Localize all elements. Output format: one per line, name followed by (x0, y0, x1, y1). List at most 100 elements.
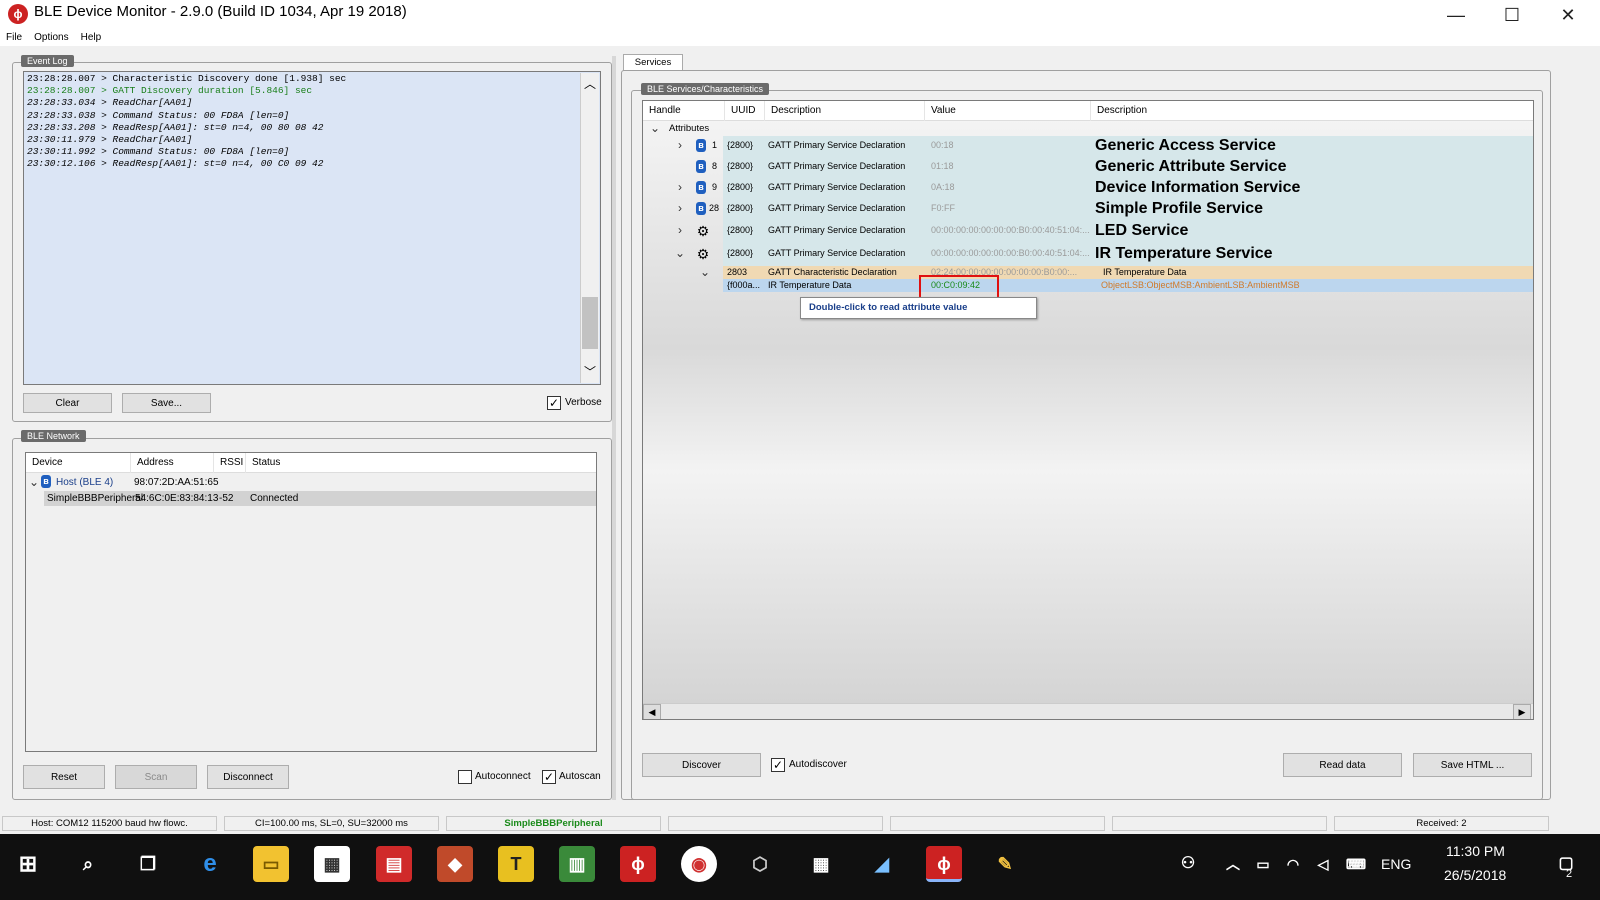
autodiscover-checkbox[interactable]: ✓ (771, 758, 785, 772)
char-data-row[interactable]: {f000a... IR Temperature Data 00:C0:09:4… (643, 279, 1533, 292)
clear-button[interactable]: Clear (23, 393, 112, 413)
scroll-left-icon[interactable]: ◀ (643, 704, 661, 719)
clock-date[interactable]: 26/5/2018 (1444, 867, 1506, 883)
read-data-button[interactable]: Read data (1283, 753, 1402, 777)
maximize-button[interactable]: ☐ (1484, 0, 1540, 30)
windows-start-icon[interactable]: ⊞ (10, 846, 46, 882)
autoscan-checkbox[interactable]: ✓ (542, 770, 556, 784)
service-name: IR Temperature Service (1095, 245, 1273, 262)
col-description[interactable]: Description (765, 101, 925, 121)
keyboard-icon[interactable]: ⌨ (1338, 846, 1374, 882)
tab-services[interactable]: Services (623, 54, 683, 71)
handle: 8 (712, 161, 718, 171)
save-log-button[interactable]: Save... (122, 393, 211, 413)
bluetooth-icon: ʙ (696, 139, 706, 152)
horizontal-scrollbar[interactable]: ◀ ▶ (643, 703, 1533, 719)
service-row-device-information[interactable]: › ʙ 9 {2800} GATT Primary Service Declar… (643, 178, 1533, 199)
chrome-icon[interactable]: ◉ (681, 846, 717, 882)
menu-help[interactable]: Help (75, 30, 108, 46)
col-rssi[interactable]: RSSI (214, 453, 246, 473)
log-line: 23:28:33.034 > ReadChar[AA01] (27, 97, 193, 109)
description: GATT Primary Service Declaration (768, 182, 906, 192)
scroll-right-icon[interactable]: ▶ (1513, 704, 1531, 719)
col-status[interactable]: Status (246, 453, 596, 473)
service-row-simple-profile[interactable]: › ʙ 28 {2800} GATT Primary Service Decla… (643, 199, 1533, 220)
menu-file[interactable]: File (0, 30, 28, 46)
app-icon[interactable]: ◆ (437, 846, 473, 882)
col-description-2[interactable]: Description (1091, 101, 1533, 121)
log-scrollbar[interactable]: ︿ ﹀ (580, 73, 599, 383)
chevron-right-icon[interactable]: › (674, 180, 686, 194)
description: GATT Primary Service Declaration (768, 203, 906, 213)
task-view-icon[interactable]: ❐ (130, 846, 166, 882)
ti-logo-icon: ⚙ (696, 246, 710, 262)
status-device: SimpleBBBPeripheral (446, 816, 661, 831)
network-table[interactable]: Device Address RSSI Status ⌄ ʙ Host (BLE… (25, 452, 597, 752)
col-value[interactable]: Value (925, 101, 1091, 121)
save-html-button[interactable]: Save HTML ... (1413, 753, 1532, 777)
event-log[interactable]: 23:28:28.007 > Characteristic Discovery … (23, 71, 601, 385)
verbose-checkbox[interactable]: ✓ (547, 396, 561, 410)
bluetooth-icon: ʙ (696, 160, 706, 173)
log-line: 23:28:28.007 > GATT Discovery duration [… (27, 85, 313, 97)
value-highlight-box (919, 275, 999, 299)
attributes-root[interactable]: ⌄ Attributes (643, 121, 1533, 136)
host-row[interactable]: ⌄ ʙ Host (BLE 4) 98:07:2D:AA:51:65 (26, 474, 596, 490)
service-row-generic-attribute[interactable]: ʙ 8 {2800} GATT Primary Service Declarat… (643, 157, 1533, 178)
calculator-icon[interactable]: ▦ (803, 846, 839, 882)
scroll-thumb[interactable] (582, 297, 598, 349)
file-explorer-icon[interactable]: ▭ (253, 846, 289, 882)
service-row-led[interactable]: › ⚙ {2800} GATT Primary Service Declarat… (643, 220, 1533, 243)
ti-device-monitor-icon[interactable]: ϕ (926, 846, 962, 882)
chevron-down-icon[interactable]: ⌄ (28, 475, 40, 489)
chevron-down-icon[interactable]: ⌄ (674, 246, 686, 260)
col-handle[interactable]: Handle (643, 101, 725, 121)
service-name: Simple Profile Service (1095, 200, 1264, 217)
search-icon[interactable]: ⌕ (70, 846, 106, 882)
service-name: LED Service (1095, 222, 1189, 239)
language-indicator[interactable]: ENG (1381, 856, 1411, 872)
autoconnect-checkbox[interactable] (458, 770, 472, 784)
autodiscover-label: Autodiscover (789, 759, 847, 770)
volume-icon[interactable]: ◁ (1305, 846, 1341, 882)
pen-app-icon[interactable]: ◢ (864, 846, 900, 882)
chart-app-icon[interactable]: ▥ (559, 846, 595, 882)
people-icon[interactable]: ⚇ (1170, 846, 1206, 882)
chevron-right-icon[interactable]: › (674, 138, 686, 152)
char-declaration-row[interactable]: ⌄ 2803 GATT Characteristic Declaration 0… (643, 265, 1533, 279)
edge-browser-icon[interactable]: e (192, 846, 228, 882)
service-row-generic-access[interactable]: › ʙ 1 {2800} GATT Primary Service Declar… (643, 136, 1533, 157)
menu-options[interactable]: Options (28, 30, 74, 46)
chevron-right-icon[interactable]: › (674, 201, 686, 215)
col-address[interactable]: Address (131, 453, 214, 473)
peripheral-row[interactable]: SimpleBBBPeripheral 54:6C:0E:83:84:13 -5… (44, 491, 596, 506)
paint-icon[interactable]: ✎ (987, 846, 1023, 882)
services-group-title: BLE Services/Characteristics (641, 83, 770, 95)
service-row-ir-temperature[interactable]: ⌄ ⚙ {2800} GATT Primary Service Declarat… (643, 243, 1533, 266)
discover-button[interactable]: Discover (642, 753, 761, 777)
minimize-button[interactable]: — (1428, 0, 1484, 30)
ti-logo-icon[interactable]: ϕ (620, 846, 656, 882)
window-title: BLE Device Monitor - 2.9.0 (Build ID 103… (34, 3, 407, 20)
store-icon[interactable]: ▦ (314, 846, 350, 882)
peripheral-address: 54:6C:0E:83:84:13 (135, 493, 219, 504)
chevron-down-icon[interactable]: ⌄ (699, 265, 711, 279)
splitter[interactable] (612, 56, 616, 800)
reset-button[interactable]: Reset (23, 765, 105, 789)
t-app-icon[interactable]: T (498, 846, 534, 882)
disconnect-button[interactable]: Disconnect (207, 765, 289, 789)
services-table[interactable]: Handle UUID Description Value Descriptio… (642, 100, 1534, 720)
chevron-right-icon[interactable]: › (674, 223, 686, 237)
handle: 9 (712, 182, 718, 192)
close-button[interactable]: ✕ (1540, 0, 1596, 30)
scroll-down-icon[interactable]: ﹀ (584, 363, 596, 380)
col-device[interactable]: Device (26, 453, 131, 473)
scroll-up-icon[interactable]: ︿ (584, 75, 596, 92)
clock-time[interactable]: 11:30 PM (1446, 843, 1505, 859)
status-empty-2 (890, 816, 1105, 831)
reader-icon[interactable]: ▤ (376, 846, 412, 882)
col-uuid[interactable]: UUID (725, 101, 765, 121)
chevron-down-icon[interactable]: ⌄ (649, 121, 661, 135)
scan-button[interactable]: Scan (115, 765, 197, 789)
cube-app-icon[interactable]: ⬡ (742, 846, 778, 882)
